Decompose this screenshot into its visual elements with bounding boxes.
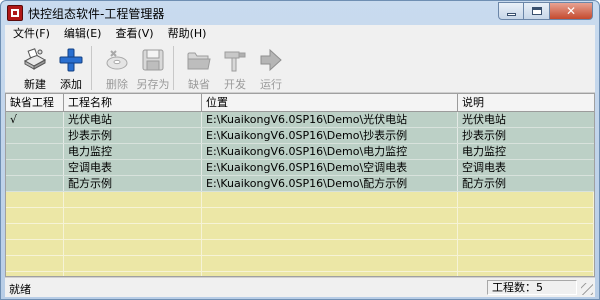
project-name: 光伏电站 (64, 112, 202, 127)
close-icon: ✕ (565, 4, 577, 18)
empty-row (6, 192, 594, 208)
save-as-button[interactable]: 另存为 (135, 43, 171, 93)
plus-icon (59, 48, 83, 72)
window-controls: ✕ (498, 2, 593, 20)
empty-cell (458, 192, 594, 207)
empty-row (6, 224, 594, 240)
empty-cell (6, 224, 64, 239)
save-icon (142, 49, 164, 71)
project-name: 空调电表 (64, 160, 202, 175)
column-header-description[interactable]: 说明 (458, 94, 594, 111)
column-header-default[interactable]: 缺省工程 (6, 94, 64, 111)
project-table: 缺省工程 工程名称 位置 说明 √ 光伏电站 E:\KuaikongV6.0SP… (5, 93, 595, 277)
empty-cell (64, 208, 202, 223)
empty-cell (202, 256, 458, 271)
project-description: 配方示例 (462, 177, 506, 190)
empty-cell (458, 240, 594, 255)
empty-row (6, 208, 594, 224)
project-name: 配方示例 (64, 176, 202, 191)
table-body: √ 光伏电站 E:\KuaikongV6.0SP16\Demo\光伏电站 光伏电… (6, 112, 594, 276)
empty-cell (64, 256, 202, 271)
project-path: E:\KuaikongV6.0SP16\Demo\配方示例 (202, 176, 458, 191)
run-arrow-icon (260, 48, 282, 72)
project-description: 光伏电站 (462, 113, 506, 126)
table-row[interactable]: 空调电表 E:\KuaikongV6.0SP16\Demo\空调电表 空调电表 (6, 160, 594, 176)
empty-cell (6, 256, 64, 271)
minimize-button[interactable] (498, 2, 524, 20)
empty-cell (458, 224, 594, 239)
table-header: 缺省工程 工程名称 位置 说明 (6, 94, 594, 112)
add-button[interactable]: 添加 (53, 43, 89, 93)
default-marker (6, 128, 64, 143)
default-marker (6, 176, 64, 191)
delete-button[interactable]: 删除 (99, 43, 135, 93)
maximize-button[interactable] (524, 2, 550, 20)
project-path: E:\KuaikongV6.0SP16\Demo\光伏电站 (202, 112, 458, 127)
new-button[interactable]: 新建 (17, 43, 53, 93)
empty-cell (202, 240, 458, 255)
empty-cell (6, 192, 64, 207)
minimize-icon (507, 13, 516, 16)
add-button-label: 添加 (60, 78, 82, 91)
project-path: E:\KuaikongV6.0SP16\Demo\空调电表 (202, 160, 458, 175)
table-row[interactable]: 电力监控 E:\KuaikongV6.0SP16\Demo\电力监控 电力监控 (6, 144, 594, 160)
default-marker: √ (6, 112, 64, 127)
maximize-icon (532, 7, 542, 15)
default-marker (6, 144, 64, 159)
empty-cell (202, 224, 458, 239)
save-as-button-label: 另存为 (136, 78, 170, 91)
table-row[interactable]: 抄表示例 E:\KuaikongV6.0SP16\Demo\抄表示例 抄表示例 (6, 128, 594, 144)
project-count: 工程数：5 (487, 280, 577, 295)
toolbar: 新建 添加 删除 另存为 缺省 开发 运行 (5, 43, 595, 93)
project-description: 电力监控 (462, 145, 506, 158)
title-bar[interactable]: 快控组态软件-工程管理器 ✕ (1, 1, 599, 25)
empty-cell (64, 192, 202, 207)
run-button-label: 运行 (260, 78, 282, 91)
empty-cell (64, 224, 202, 239)
resize-grip-icon[interactable] (581, 283, 593, 295)
empty-row (6, 256, 594, 272)
column-header-name[interactable]: 工程名称 (64, 94, 202, 111)
status-text: 就绪 (9, 283, 31, 296)
empty-cell (202, 192, 458, 207)
default-marker (6, 160, 64, 175)
run-button[interactable]: 运行 (253, 43, 289, 93)
project-description: 抄表示例 (462, 129, 506, 142)
menu-file[interactable]: 文件(F) (9, 25, 54, 43)
menu-bar: 文件(F) 编辑(E) 查看(V) 帮助(H) (5, 25, 595, 43)
new-project-icon (23, 48, 47, 70)
table-row[interactable]: √ 光伏电站 E:\KuaikongV6.0SP16\Demo\光伏电站 光伏电… (6, 112, 594, 128)
default-button[interactable]: 缺省 (181, 43, 217, 93)
project-path: E:\KuaikongV6.0SP16\Demo\抄表示例 (202, 128, 458, 143)
window-title: 快控组态软件-工程管理器 (28, 7, 165, 21)
project-name: 电力监控 (64, 144, 202, 159)
app-logo-icon (7, 5, 23, 21)
column-header-location[interactable]: 位置 (202, 94, 458, 111)
menu-view[interactable]: 查看(V) (111, 25, 157, 43)
app-window: 快控组态软件-工程管理器 ✕ 文件(F) 编辑(E) 查看(V) 帮助(H) 新… (0, 0, 600, 300)
develop-button[interactable]: 开发 (217, 43, 253, 93)
menu-help[interactable]: 帮助(H) (164, 25, 211, 43)
empty-cell (202, 208, 458, 223)
status-bar: 就绪 工程数：5 (5, 277, 595, 297)
project-name: 抄表示例 (64, 128, 202, 143)
empty-cell (6, 240, 64, 255)
close-button[interactable]: ✕ (550, 2, 593, 20)
empty-row (6, 240, 594, 256)
empty-cell (64, 240, 202, 255)
hammer-icon (224, 51, 246, 72)
folder-icon (187, 52, 211, 70)
empty-cell (6, 208, 64, 223)
empty-cell (458, 256, 594, 271)
empty-cell (458, 208, 594, 223)
project-path: E:\KuaikongV6.0SP16\Demo\电力监控 (202, 144, 458, 159)
delete-disk-icon (106, 50, 128, 70)
menu-edit[interactable]: 编辑(E) (60, 25, 106, 43)
table-row[interactable]: 配方示例 E:\KuaikongV6.0SP16\Demo\配方示例 配方示例 (6, 176, 594, 192)
project-description: 空调电表 (462, 161, 506, 174)
